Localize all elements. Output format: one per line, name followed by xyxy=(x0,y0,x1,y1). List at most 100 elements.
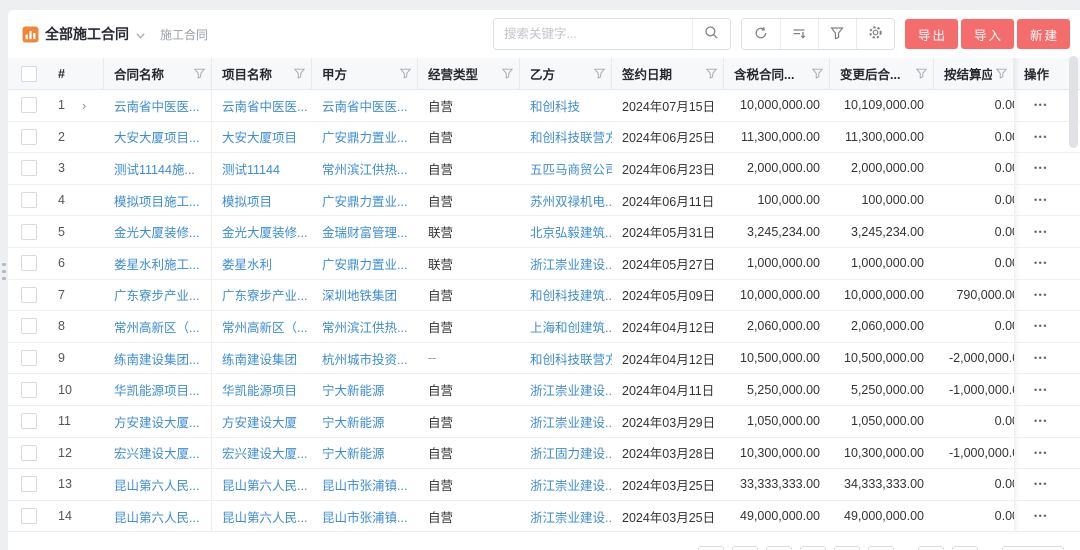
contract-name-link[interactable]: 宏兴建设大厦... xyxy=(104,438,212,469)
project-name-link[interactable]: 昆山第六人民... xyxy=(212,507,312,526)
contract-name-link[interactable]: 华凯能源项目... xyxy=(104,374,212,405)
contract-name-link[interactable]: 常州高新区（... xyxy=(104,311,212,342)
create-button[interactable]: 新建 xyxy=(1017,19,1070,49)
more-actions-button[interactable]: ••• xyxy=(1034,511,1048,521)
filter-icon[interactable] xyxy=(594,68,605,79)
import-button[interactable]: 导入 xyxy=(961,19,1014,49)
column-header-business-type[interactable]: 经营类型 xyxy=(418,58,520,89)
contract-name-link[interactable]: 测试11144施... xyxy=(104,153,212,184)
filter-icon[interactable] xyxy=(194,68,205,79)
project-name-link[interactable]: 娄星水利 xyxy=(212,254,312,273)
table-row[interactable]: 5金光大厦装修...金光大厦装修...金瑞财富管理...联营北京弘毅建筑...2… xyxy=(8,216,1080,248)
party-a-link[interactable]: 宁大新能源 xyxy=(312,443,418,462)
party-b-link[interactable]: 上海和创建筑... xyxy=(520,317,612,336)
expand-icon[interactable]: › xyxy=(82,99,86,112)
party-b-link[interactable]: 浙江崇业建设... xyxy=(520,412,612,431)
table-row[interactable]: 13昆山第六人民...昆山第六人民...昆山市张浦镇...自营浙江崇业建设...… xyxy=(8,469,1080,501)
column-header-settlement[interactable]: 按结算应... xyxy=(934,58,1014,89)
more-actions-button[interactable]: ••• xyxy=(1034,290,1048,300)
search-button[interactable] xyxy=(692,19,730,49)
party-a-link[interactable]: 广安鼎力置业... xyxy=(312,191,418,210)
project-name-link[interactable]: 方安建设大厦 xyxy=(212,412,312,431)
party-b-link[interactable]: 浙江崇业建设... xyxy=(520,254,612,273)
project-name-link[interactable]: 金光大厦装修... xyxy=(212,222,312,241)
table-row[interactable]: 3测试11144施...测试11144常州滨江供热...自营五匹马商贸公司202… xyxy=(8,153,1080,185)
row-checkbox[interactable] xyxy=(21,508,37,524)
contract-name-link[interactable]: 金光大厦装修... xyxy=(104,216,212,247)
filter-icon[interactable] xyxy=(400,68,411,79)
project-name-link[interactable]: 模拟项目 xyxy=(212,191,312,210)
filter-icon[interactable] xyxy=(996,68,1007,79)
party-a-link[interactable]: 广安鼎力置业... xyxy=(312,127,418,146)
page-button[interactable] xyxy=(952,546,978,550)
page-button[interactable] xyxy=(800,546,826,550)
party-b-link[interactable]: 浙江崇业建设... xyxy=(520,380,612,399)
project-name-link[interactable]: 昆山第六人民... xyxy=(212,475,312,494)
row-checkbox[interactable] xyxy=(21,413,37,429)
party-a-link[interactable]: 昆山市张浦镇... xyxy=(312,475,418,494)
more-actions-button[interactable]: ••• xyxy=(1034,353,1048,363)
row-checkbox[interactable] xyxy=(21,160,37,176)
row-checkbox[interactable] xyxy=(21,445,37,461)
project-name-link[interactable]: 华凯能源项目 xyxy=(212,380,312,399)
party-a-link[interactable]: 宁大新能源 xyxy=(312,412,418,431)
contract-name-link[interactable]: 昆山第六人民... xyxy=(104,469,212,500)
table-row[interactable]: 1›云南省中医医...云南省中医医...云南省中医医...自营和创科技2024年… xyxy=(8,90,1080,122)
project-name-link[interactable]: 宏兴建设大厦... xyxy=(212,443,312,462)
table-row[interactable]: 11方安建设大厦...方安建设大厦宁大新能源自营浙江崇业建设...2024年03… xyxy=(8,406,1080,438)
row-checkbox[interactable] xyxy=(21,287,37,303)
table-row[interactable]: 6娄星水利施工...娄星水利广安鼎力置业...联营浙江崇业建设...2024年0… xyxy=(8,248,1080,280)
more-actions-button[interactable]: ••• xyxy=(1034,227,1048,237)
party-a-link[interactable]: 宁大新能源 xyxy=(312,380,418,399)
settings-button[interactable] xyxy=(856,19,894,49)
project-name-link[interactable]: 大安大厦项目 xyxy=(212,127,312,146)
party-a-link[interactable]: 昆山市张浦镇... xyxy=(312,507,418,526)
column-header-project-name[interactable]: 项目名称 xyxy=(212,58,312,89)
sort-button[interactable] xyxy=(780,19,818,49)
project-name-link[interactable]: 常州高新区（... xyxy=(212,317,312,336)
drag-handle-icon[interactable] xyxy=(2,263,6,284)
row-checkbox[interactable] xyxy=(21,350,37,366)
table-row[interactable]: 7广东寮步产业...广东寮步产业...深圳地铁集团自营和创科技建筑...2024… xyxy=(8,280,1080,312)
party-b-link[interactable]: 浙江固力建设... xyxy=(520,443,612,462)
column-header-amount-with-tax[interactable]: 含税合同... xyxy=(724,58,830,89)
page-button[interactable] xyxy=(732,546,758,550)
party-a-link[interactable]: 云南省中医医... xyxy=(312,96,418,115)
more-actions-button[interactable]: ••• xyxy=(1034,321,1048,331)
filter-button[interactable] xyxy=(818,19,856,49)
contract-name-link[interactable]: 方安建设大厦... xyxy=(104,406,212,437)
more-actions-button[interactable]: ••• xyxy=(1034,479,1048,489)
more-actions-button[interactable]: ••• xyxy=(1034,132,1048,142)
row-checkbox[interactable] xyxy=(21,476,37,492)
contract-name-link[interactable]: 娄星水利施工... xyxy=(104,248,212,279)
more-actions-button[interactable]: ••• xyxy=(1034,258,1048,268)
more-actions-button[interactable]: ••• xyxy=(1034,416,1048,426)
page-button[interactable] xyxy=(868,546,894,550)
refresh-button[interactable] xyxy=(742,19,780,49)
party-b-link[interactable]: 五匹马商贸公司 xyxy=(520,159,612,178)
page-size-select[interactable] xyxy=(1002,546,1064,550)
row-checkbox[interactable] xyxy=(21,224,37,240)
more-actions-button[interactable]: ••• xyxy=(1034,163,1048,173)
table-row[interactable]: 4模拟项目施工...模拟项目广安鼎力置业...自营苏州双禄机电...2024年0… xyxy=(8,185,1080,217)
more-actions-button[interactable]: ••• xyxy=(1034,385,1048,395)
search-input[interactable] xyxy=(494,20,692,48)
page-button[interactable] xyxy=(766,546,792,550)
page-button[interactable] xyxy=(918,546,944,550)
party-b-link[interactable]: 浙江崇业建设... xyxy=(520,475,612,494)
vertical-scrollbar-thumb[interactable] xyxy=(1069,56,1078,148)
party-a-link[interactable]: 金瑞财富管理... xyxy=(312,222,418,241)
contract-name-link[interactable]: 昆山第六人民... xyxy=(104,501,212,532)
column-header-ops[interactable]: 操作 xyxy=(1014,58,1068,89)
contract-name-link[interactable]: 云南省中医医... xyxy=(104,90,212,121)
filter-icon[interactable] xyxy=(294,68,305,79)
row-checkbox[interactable] xyxy=(21,97,37,113)
contract-name-link[interactable]: 练南建设集团... xyxy=(104,343,212,374)
column-header-amount-after-change[interactable]: 变更后合... xyxy=(830,58,934,89)
party-a-link[interactable]: 杭州城市投资... xyxy=(312,349,418,368)
contract-name-link[interactable]: 模拟项目施工... xyxy=(104,185,212,216)
row-checkbox[interactable] xyxy=(21,255,37,271)
export-button[interactable]: 导出 xyxy=(905,19,958,49)
chevron-down-icon[interactable] xyxy=(135,30,146,41)
sidebar-collapse-strip[interactable] xyxy=(0,0,8,529)
